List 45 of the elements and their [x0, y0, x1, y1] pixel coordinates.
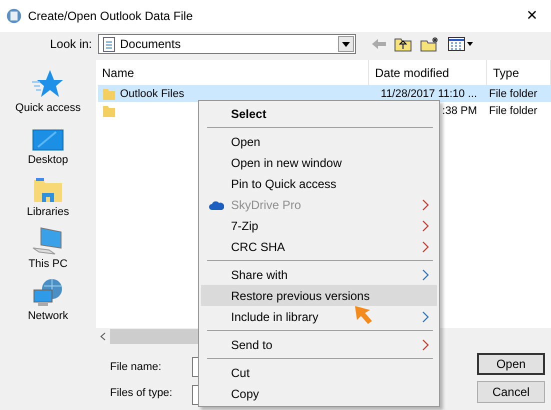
- dropdown-button[interactable]: [338, 36, 354, 52]
- cloud-icon: [208, 200, 224, 210]
- type-cell-text: File folder: [488, 88, 538, 100]
- sidebar-item[interactable]: Quick access: [15, 62, 81, 114]
- date-cell-text: 11/28/2017 11:10 ...: [380, 88, 478, 100]
- sidebar-item[interactable]: Desktop: [28, 114, 68, 166]
- menu-item[interactable]: Restore previous versions: [201, 285, 437, 306]
- look-in-label: Look in:: [48, 37, 93, 51]
- desktop-icon: [32, 129, 64, 151]
- look-in-dropdown[interactable]: Documents: [98, 34, 356, 54]
- view-menu-button[interactable]: [448, 37, 474, 51]
- look-in-value: Documents: [120, 37, 182, 51]
- chevron-left-icon: [100, 332, 106, 341]
- menu-item[interactable]: Include in library: [201, 306, 437, 327]
- menu-item[interactable]: Open: [201, 131, 437, 152]
- new-folder-button[interactable]: [420, 36, 440, 52]
- menu-item[interactable]: 7-Zip: [201, 215, 437, 236]
- sidebar-item[interactable]: This PC: [28, 218, 68, 270]
- sidebar-item[interactable]: Network: [28, 270, 68, 322]
- window-title: Create/Open Outlook Data File: [28, 9, 194, 23]
- app-icon: [6, 8, 22, 24]
- menu-item[interactable]: Cut: [201, 362, 437, 383]
- dialog-button[interactable]: Open: [477, 353, 545, 375]
- close-button[interactable]: ✕: [517, 2, 547, 30]
- file-name-cell: Outlook Files: [98, 86, 369, 100]
- caret-icon: [342, 42, 350, 46]
- network-icon: [32, 278, 64, 307]
- menu-item[interactable]: Select: [201, 103, 437, 124]
- document-icon: [103, 36, 115, 52]
- date-cell-text: :38 PM: [441, 104, 478, 116]
- menu-item[interactable]: Open in new window: [201, 152, 437, 173]
- menu-item[interactable]: Copy: [201, 383, 437, 404]
- library-icon: [33, 177, 63, 203]
- file-row[interactable]: Outlook Files 11/28/2017 11:10 ... File folder: [98, 85, 551, 102]
- file-type-label: Files of type:: [110, 387, 174, 399]
- sidebar-item[interactable]: Libraries: [26, 166, 70, 218]
- dialog-button[interactable]: Cancel: [477, 381, 545, 403]
- menu-item[interactable]: Send to: [201, 334, 437, 355]
- star-icon: [32, 69, 64, 99]
- menu-item[interactable]: Pin to Quick access: [201, 173, 437, 194]
- menu-item[interactable]: CRC SHA: [201, 236, 437, 257]
- up-folder-button[interactable]: [394, 36, 412, 52]
- file-name-label: File name:: [110, 361, 162, 373]
- menu-item[interactable]: Share with: [201, 264, 437, 285]
- type-cell-text: File folder: [488, 104, 538, 116]
